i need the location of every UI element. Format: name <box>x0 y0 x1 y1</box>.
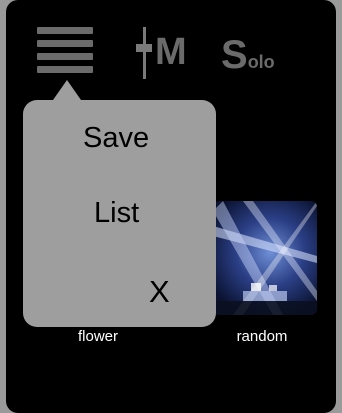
popover-menu: Save List X <box>23 100 216 327</box>
tile-label-flower[interactable]: flower <box>43 328 153 345</box>
menu-item-list[interactable]: List <box>94 197 139 230</box>
solo-label-rest: olo <box>247 52 275 72</box>
solo-label-initial: S <box>221 33 248 77</box>
stage-lights-image <box>213 201 317 315</box>
app-screen: M Solo flower random Save List X <box>6 0 336 413</box>
mixer-button[interactable]: M <box>133 27 193 79</box>
menu-close-button[interactable]: X <box>149 274 170 310</box>
mixer-label: M <box>155 31 187 73</box>
random-thumbnail[interactable] <box>213 201 317 315</box>
hamburger-menu-button[interactable] <box>37 27 93 73</box>
tile-label-random[interactable]: random <box>207 328 317 345</box>
popover-arrow <box>53 80 81 100</box>
solo-button[interactable]: Solo <box>221 33 275 79</box>
menu-item-save[interactable]: Save <box>83 122 149 155</box>
